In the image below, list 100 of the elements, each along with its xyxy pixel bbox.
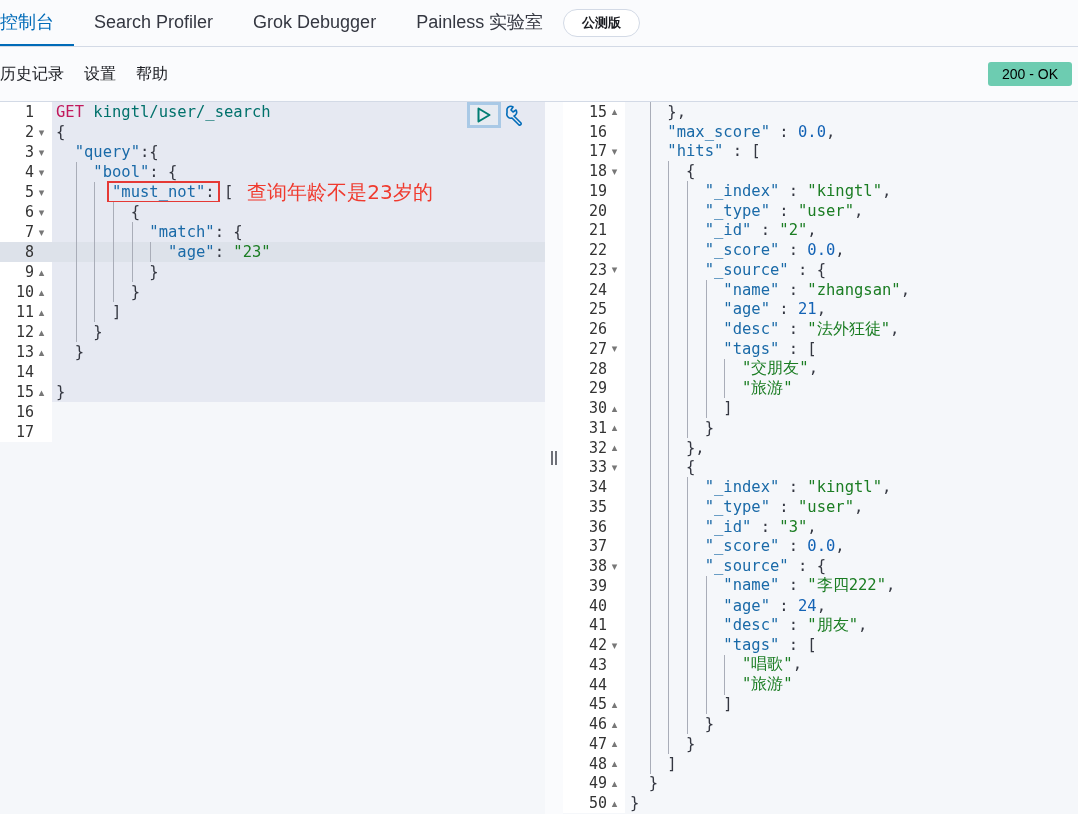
line-number: 4 [24, 163, 34, 181]
line-number: 24 [588, 280, 607, 299]
toolbar-link[interactable]: 帮助 [136, 63, 168, 85]
fold-marker[interactable]: ▾ [38, 166, 45, 178]
fold-marker[interactable]: ▾ [611, 264, 618, 276]
fold-marker[interactable]: ▾ [38, 226, 45, 238]
line-number: 15 [588, 102, 607, 121]
code-line: } [686, 734, 696, 753]
fold-marker[interactable]: ▾ [38, 126, 45, 138]
code-line: ] [723, 399, 733, 418]
fold-marker[interactable]: ▴ [611, 402, 618, 414]
resize-handle-icon[interactable] [551, 451, 557, 465]
fold-marker[interactable]: ▴ [611, 422, 618, 434]
line-number: 35 [588, 497, 607, 516]
fold-marker[interactable]: ▴ [38, 266, 45, 278]
line-number: 12 [15, 323, 34, 341]
fold-marker[interactable]: ▾ [611, 165, 618, 177]
line-number: 50 [588, 794, 607, 813]
code-line: }, [686, 438, 705, 457]
code-line: "hits" : [ [667, 142, 761, 161]
line-number: 6 [24, 203, 34, 221]
fold-marker[interactable]: ▾ [611, 639, 618, 651]
fold-marker[interactable]: ▴ [38, 306, 45, 318]
line-number: 14 [15, 363, 34, 381]
code-line: { [686, 162, 696, 181]
code-line: "desc" : "朋友", [723, 614, 868, 636]
fold-marker[interactable]: ▴ [611, 738, 618, 750]
line-number: 28 [588, 359, 607, 378]
line-number: 17 [588, 142, 607, 161]
code-line: } [630, 794, 640, 813]
nav-tab[interactable]: 控制台 [0, 0, 74, 46]
fold-marker[interactable]: ▾ [611, 145, 618, 157]
beta-badge: 公测版 [563, 9, 641, 37]
nav-tab[interactable]: Search Profiler [74, 0, 234, 46]
code-line: } [149, 263, 159, 281]
line-number: 20 [588, 201, 607, 220]
run-button[interactable] [467, 102, 501, 128]
code-line: "age" : 24, [723, 596, 826, 615]
line-number: 10 [15, 283, 34, 301]
line-number: 30 [588, 399, 607, 418]
fold-marker[interactable]: ▾ [38, 146, 45, 158]
line-number: 19 [588, 181, 607, 200]
code-line: "name" : "李四222", [723, 575, 896, 597]
fold-marker[interactable]: ▴ [611, 777, 618, 789]
fold-marker[interactable]: ▴ [611, 698, 618, 710]
line-number: 45 [588, 695, 607, 714]
line-number: 44 [588, 675, 607, 694]
line-number: 13 [15, 343, 34, 361]
code-line: } [704, 715, 714, 734]
code-line: "desc" : "法外狂徒", [723, 318, 900, 340]
line-number: 8 [24, 243, 34, 261]
code-line: "唱歌", [742, 654, 802, 676]
code-line: "_id" : "2", [704, 221, 817, 240]
fold-marker[interactable]: ▴ [38, 286, 45, 298]
code-line: }, [667, 102, 686, 121]
line-number: 42 [588, 636, 607, 655]
code-line: "_score" : 0.0, [704, 537, 845, 556]
code-line: ] [723, 695, 733, 714]
code-line: "_source" : { [704, 260, 826, 279]
line-number: 36 [588, 517, 607, 536]
line-number: 22 [588, 241, 607, 260]
code-line: } [56, 383, 66, 401]
fold-marker[interactable]: ▾ [611, 343, 618, 355]
line-number: 23 [588, 260, 607, 279]
line-number: 29 [588, 379, 607, 398]
fold-marker[interactable]: ▴ [38, 386, 45, 398]
fold-marker[interactable]: ▾ [38, 186, 45, 198]
code-line: "tags" : [ [723, 636, 817, 655]
code-line: "_id" : "3", [704, 517, 817, 536]
nav-tab[interactable]: Grok Debugger [233, 0, 397, 46]
fold-marker[interactable]: ▴ [611, 106, 618, 118]
code-line: "max_score" : 0.0, [667, 122, 836, 141]
line-number: 41 [588, 616, 607, 635]
line-number: 48 [588, 754, 607, 773]
code-line: } [93, 323, 103, 341]
code-line: { [130, 203, 140, 221]
fold-marker[interactable]: ▴ [611, 758, 618, 770]
fold-marker[interactable]: ▴ [38, 326, 45, 338]
fold-marker[interactable]: ▾ [611, 560, 618, 572]
fold-marker[interactable]: ▾ [611, 461, 618, 473]
line-number: 25 [588, 300, 607, 319]
line-number: 33 [588, 458, 607, 477]
line-number: 18 [588, 162, 607, 181]
line-number: 43 [588, 655, 607, 674]
nav-tab[interactable]: Painless 实验室 [396, 0, 564, 46]
fold-marker[interactable]: ▴ [38, 346, 45, 358]
toolbar-link[interactable]: 设置 [84, 63, 116, 85]
fold-marker[interactable]: ▾ [38, 206, 45, 218]
line-number: 26 [588, 320, 607, 339]
toolbar-link[interactable]: 历史记录 [0, 63, 64, 85]
code-line: "name" : "zhangsan", [723, 280, 910, 299]
code-line: "交朋友", [742, 358, 818, 380]
fold-marker[interactable]: ▴ [611, 718, 618, 730]
code-line: [ [223, 183, 234, 201]
line-number: 39 [588, 576, 607, 595]
line-number: 7 [24, 223, 34, 241]
code-line: "age" : 21, [723, 300, 826, 319]
fold-marker[interactable]: ▴ [611, 797, 618, 809]
fold-marker[interactable]: ▴ [611, 442, 618, 454]
code-line: "tags" : [ [723, 339, 817, 358]
